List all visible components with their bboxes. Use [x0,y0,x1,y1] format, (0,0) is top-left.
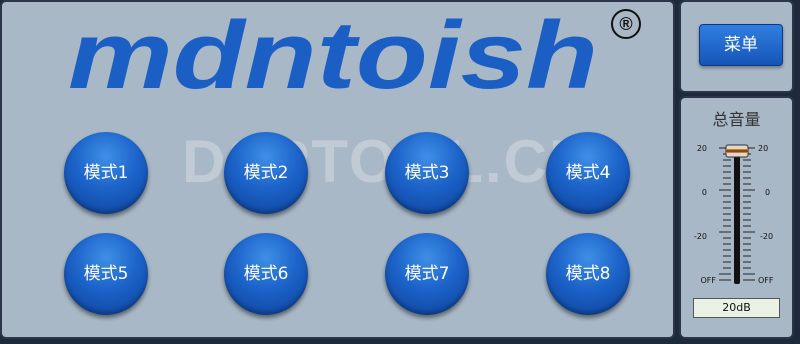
brand-logo: mdntoish [68,16,598,106]
scale-label-minus20-left: -20 [694,232,707,241]
registered-trademark-icon: ® [611,9,641,39]
master-volume-title: 总音量 [712,110,761,129]
scale-label-minus20-right: -20 [760,232,773,241]
volume-fader[interactable]: 20 0 -20 OFF 20 0 -20 OFF [681,128,792,293]
scale-label-off-right: OFF [758,276,774,285]
fader-track [734,148,740,284]
scale-label-20-left: 20 [697,144,707,153]
mode-4-button[interactable]: 模式4 [546,132,630,214]
mode-1-button[interactable]: 模式1 [64,132,148,214]
mode-8-button[interactable]: 模式8 [546,233,630,315]
mode-6-button[interactable]: 模式6 [224,233,308,315]
menu-button[interactable]: 菜单 [699,24,783,66]
mode-3-button[interactable]: 模式3 [385,132,469,214]
volume-value-display: 20dB [693,298,780,318]
scale-label-off-left: OFF [701,276,717,285]
fader-knob[interactable] [725,144,749,158]
mode-5-button[interactable]: 模式5 [64,233,148,315]
menu-panel: 菜单 [679,0,794,93]
scale-label-0-right: 0 [765,188,770,197]
mode-2-button[interactable]: 模式2 [224,132,308,214]
mode-7-button[interactable]: 模式7 [385,233,469,315]
master-volume-panel: 总音量 20 0 -20 OFF 20 0 -20 OFF 20dB [679,96,794,339]
scale-label-20-right: 20 [758,144,768,153]
main-panel: mdntoish ® DSPTOOL.CN 模式1 模式2 模式3 模式4 模式… [0,0,675,339]
scale-label-0-left: 0 [702,188,707,197]
brand-logo-text: mdntoish [68,16,598,106]
